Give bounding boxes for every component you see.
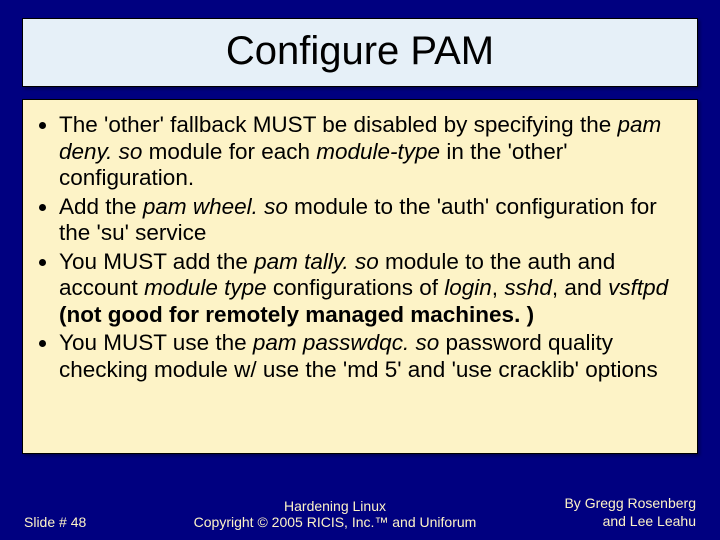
footer: Slide # 48 Hardening Linux Copyright © 2…: [0, 495, 720, 530]
text: configurations of: [267, 275, 445, 300]
footer-center: Hardening Linux Copyright © 2005 RICIS, …: [144, 498, 526, 530]
text-italic: module type: [144, 275, 267, 300]
footer-right-line2: and Lee Leahu: [526, 513, 696, 531]
footer-right-line1: By Gregg Rosenberg: [526, 495, 696, 513]
text: Add the: [59, 194, 143, 219]
text-italic: pam tally. so: [254, 249, 379, 274]
slide: Configure PAM The 'other' fallback MUST …: [0, 0, 720, 540]
text: ,: [492, 275, 505, 300]
footer-center-line1: Hardening Linux: [144, 498, 526, 514]
text-italic: login: [444, 275, 492, 300]
text: , and: [552, 275, 608, 300]
text: The 'other' fallback MUST be disabled by…: [59, 112, 617, 137]
text-italic: vsftpd: [608, 275, 668, 300]
text: You MUST add the: [59, 249, 254, 274]
text-italic: module-type: [316, 139, 440, 164]
bullet-list: The 'other' fallback MUST be disabled by…: [37, 112, 679, 383]
bullet-2: Add the pam wheel. so module to the 'aut…: [59, 194, 679, 247]
text: module for each: [142, 139, 316, 164]
bullet-4: You MUST use the pam passwdqc. so passwo…: [59, 330, 679, 383]
text-italic: pam wheel. so: [143, 194, 288, 219]
footer-right: By Gregg Rosenberg and Lee Leahu: [526, 495, 696, 530]
slide-title: Configure PAM: [23, 29, 697, 74]
bullet-3: You MUST add the pam tally. so module to…: [59, 249, 679, 329]
title-box: Configure PAM: [22, 18, 698, 87]
text-italic: sshd: [504, 275, 552, 300]
text-bold: (not good for remotely managed machines.…: [59, 302, 534, 327]
footer-left: Slide # 48: [24, 514, 144, 530]
footer-center-line2: Copyright © 2005 RICIS, Inc.™ and Unifor…: [144, 514, 526, 530]
body-box: The 'other' fallback MUST be disabled by…: [22, 99, 698, 454]
text: You MUST use the: [59, 330, 253, 355]
bullet-1: The 'other' fallback MUST be disabled by…: [59, 112, 679, 192]
text-italic: pam passwdqc. so: [253, 330, 439, 355]
